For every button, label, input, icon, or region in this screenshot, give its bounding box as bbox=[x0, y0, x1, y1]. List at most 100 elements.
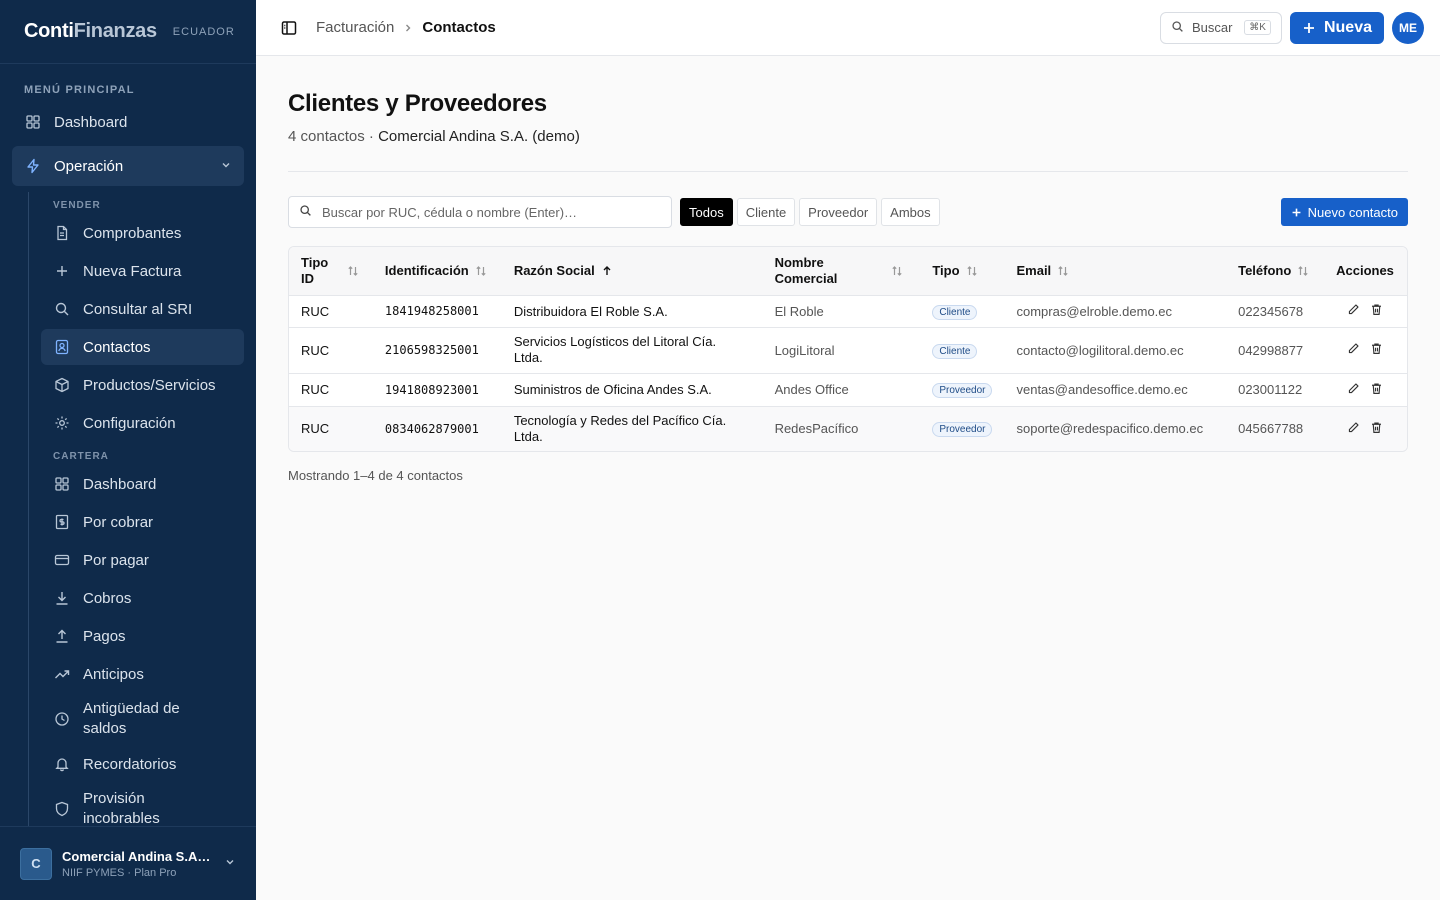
main-content: Clientes y Proveedores 4 contactos · Com… bbox=[288, 56, 1408, 483]
cell-razon-social: Servicios Logísticos del Litoral Cía. Lt… bbox=[501, 326, 763, 373]
sidebar-item-operacion[interactable]: Operación bbox=[12, 146, 244, 186]
table-row[interactable]: RUC 1941808923001 Suministros de Oficina… bbox=[289, 372, 1407, 406]
breadcrumb-parent[interactable]: Facturación bbox=[316, 19, 394, 36]
sidebar-item-provision[interactable]: Provisión incobrables bbox=[41, 784, 244, 826]
sort-icon bbox=[347, 265, 359, 277]
sidebar-item-cobros[interactable]: Cobros bbox=[41, 580, 244, 616]
trash-icon[interactable] bbox=[1370, 342, 1383, 358]
cell-acciones bbox=[1323, 372, 1407, 406]
type-badge: Proveedor bbox=[932, 422, 993, 438]
header-label: Tipo ID bbox=[301, 254, 329, 286]
trash-icon[interactable] bbox=[1370, 421, 1383, 437]
sidebar-item-configuracion[interactable]: Configuración bbox=[41, 405, 244, 441]
cell-acciones bbox=[1323, 405, 1407, 451]
cell-telefono: 023001122 bbox=[1226, 372, 1324, 406]
org-avatar: C bbox=[20, 847, 52, 880]
column-header-tipo[interactable]: Tipo bbox=[920, 247, 1005, 295]
sidebar-item-label: Productos/Servicios bbox=[83, 376, 216, 394]
type-badge: Proveedor bbox=[932, 383, 993, 398]
header-label: Nombre Comercial bbox=[774, 254, 838, 286]
search-icon bbox=[299, 204, 312, 220]
user-avatar[interactable]: ME bbox=[1392, 11, 1424, 44]
sidebar-nav: MENÚ PRINCIPAL Dashboard Operación VENDE… bbox=[0, 64, 256, 826]
org-plan: NIIF PYMES · Plan Pro bbox=[62, 866, 177, 879]
grid-icon bbox=[53, 475, 71, 493]
column-header-nombre-comercial[interactable]: Nombre Comercial bbox=[762, 247, 921, 295]
sidebar-item-comprobantes[interactable]: Comprobantes bbox=[41, 215, 244, 251]
sort-icon bbox=[966, 265, 978, 277]
section-label-vender: VENDER bbox=[53, 200, 101, 211]
cell-tipo: Proveedor bbox=[920, 405, 1005, 451]
sidebar-item-anticipos[interactable]: Anticipos bbox=[41, 656, 244, 692]
box-icon bbox=[53, 376, 71, 394]
breadcrumb-current: Contactos bbox=[422, 19, 496, 36]
sidebar-item-por-cobrar[interactable]: Por cobrar bbox=[41, 504, 244, 540]
dollar-receipt-icon bbox=[53, 513, 71, 531]
contacts-table: Tipo ID Identificación Razón Social Nomb… bbox=[288, 246, 1408, 452]
chevron-down-icon bbox=[224, 855, 236, 873]
bell-icon bbox=[53, 755, 71, 773]
type-filter-chips: Todos Cliente Proveedor Ambos bbox=[680, 198, 944, 226]
sidebar-item-label: Dashboard bbox=[83, 475, 157, 493]
sidebar-item-label: Cobros bbox=[83, 589, 132, 607]
sort-ascending-icon bbox=[601, 265, 613, 277]
table-row[interactable]: RUC 2106598325001 Servicios Logísticos d… bbox=[289, 326, 1407, 373]
edit-icon[interactable] bbox=[1347, 421, 1360, 437]
sidebar-item-label: Por cobrar bbox=[83, 513, 154, 531]
sidebar-item-antiguedad[interactable]: Antigüedad de saldos bbox=[41, 694, 244, 744]
sidebar-item-label: Operación bbox=[54, 157, 124, 175]
table-row[interactable]: RUC 0834062879001 Tecnología y Redes del… bbox=[289, 405, 1407, 451]
filter-bar: Buscar por RUC, cédula o nombre (Enter)…… bbox=[288, 196, 1408, 228]
sidebar-item-productos[interactable]: Productos/Servicios bbox=[41, 367, 244, 403]
new-button-label: Nueva bbox=[1323, 18, 1372, 36]
table-row[interactable]: RUC 1841948258001 Distribuidora El Roble… bbox=[289, 294, 1407, 327]
sidebar-item-contactos[interactable]: Contactos bbox=[41, 329, 244, 365]
edit-icon[interactable] bbox=[1347, 303, 1360, 319]
sidebar-item-dashboard[interactable]: Dashboard bbox=[12, 104, 244, 140]
sidebar-item-label: Configuración bbox=[83, 414, 176, 432]
filter-chip-cliente[interactable]: Cliente bbox=[736, 198, 796, 226]
trash-icon[interactable] bbox=[1370, 382, 1383, 398]
brand-logo[interactable]: ContiFinanzas bbox=[24, 20, 157, 43]
cell-nombre-comercial: LogiLitoral bbox=[762, 326, 921, 373]
global-search-button[interactable]: Buscar ⌘K bbox=[1159, 11, 1282, 44]
sidebar-item-label: Recordatorios bbox=[83, 755, 177, 773]
new-button[interactable]: Nueva bbox=[1289, 11, 1384, 44]
sidebar-item-label: Comprobantes bbox=[83, 224, 182, 242]
new-contact-button[interactable]: Nuevo contacto bbox=[1280, 198, 1408, 226]
filter-chip-proveedor[interactable]: Proveedor bbox=[799, 198, 878, 226]
edit-icon[interactable] bbox=[1347, 382, 1360, 398]
sidebar-item-pagos[interactable]: Pagos bbox=[41, 618, 244, 654]
column-header-razon-social[interactable]: Razón Social bbox=[501, 247, 763, 295]
shortcut-hint: ⌘K bbox=[1244, 20, 1271, 35]
header-label: Acciones bbox=[1336, 263, 1394, 279]
column-header-tipo-id[interactable]: Tipo ID bbox=[289, 247, 373, 295]
column-header-telefono[interactable]: Teléfono bbox=[1226, 247, 1324, 295]
column-header-email[interactable]: Email bbox=[1004, 247, 1227, 295]
cell-email: contacto@logilitoral.demo.ec bbox=[1004, 326, 1227, 373]
column-header-identificacion[interactable]: Identificación bbox=[372, 247, 502, 295]
filter-chip-ambos[interactable]: Ambos bbox=[881, 198, 940, 226]
edit-icon[interactable] bbox=[1347, 342, 1360, 358]
header-label: Tipo bbox=[932, 263, 960, 279]
type-badge: Cliente bbox=[932, 304, 978, 320]
trash-icon[interactable] bbox=[1370, 303, 1383, 319]
contact-search-input[interactable]: Buscar por RUC, cédula o nombre (Enter)… bbox=[288, 196, 672, 228]
sidebar-item-label: Provisión incobrables bbox=[83, 790, 160, 826]
sidebar-item-por-pagar[interactable]: Por pagar bbox=[41, 542, 244, 578]
sidebar-item-nueva-factura[interactable]: Nueva Factura bbox=[41, 253, 244, 289]
sidebar-item-consultar-sri[interactable]: Consultar al SRI bbox=[41, 291, 244, 327]
cell-tipo-id: RUC bbox=[289, 326, 373, 373]
cell-identificacion: 2106598325001 bbox=[372, 326, 502, 373]
filter-chip-todos[interactable]: Todos bbox=[680, 198, 733, 226]
sort-icon bbox=[1297, 265, 1309, 277]
organization-switcher[interactable]: C Comercial Andina S.A. (demo) NIIF PYME… bbox=[0, 826, 256, 900]
sidebar-item-recordatorios[interactable]: Recordatorios bbox=[41, 746, 244, 782]
sidebar-item-cartera-dashboard[interactable]: Dashboard bbox=[41, 466, 244, 502]
grid-icon bbox=[24, 113, 42, 131]
country-label: ECUADOR bbox=[172, 25, 235, 38]
sidebar-toggle-icon[interactable] bbox=[280, 19, 298, 37]
trending-up-icon bbox=[53, 665, 71, 683]
brand-name-light: Finanzas bbox=[73, 20, 157, 42]
section-label-main: MENÚ PRINCIPAL bbox=[24, 84, 135, 96]
